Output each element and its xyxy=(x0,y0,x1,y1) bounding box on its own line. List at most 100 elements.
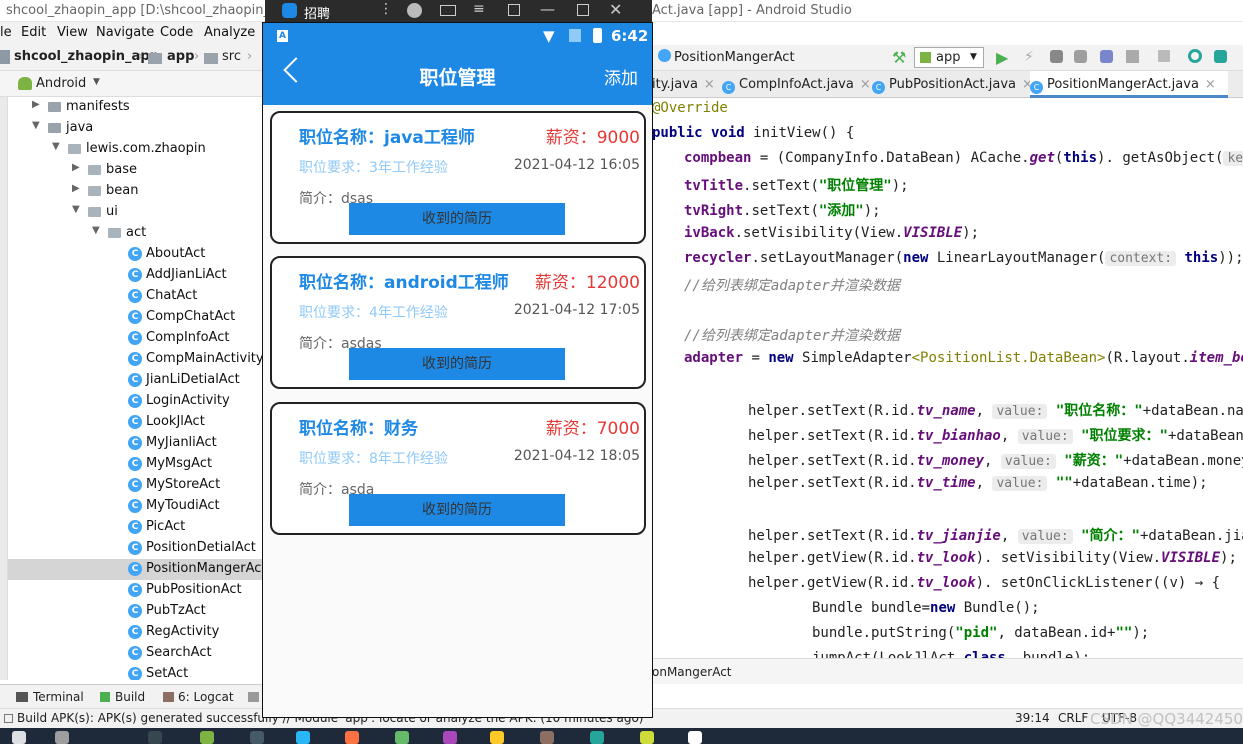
menu-code[interactable]: Code xyxy=(160,25,193,40)
tree-item[interactable]: C CompInfoAct xyxy=(8,328,265,349)
taskbar-app-icon[interactable] xyxy=(395,731,409,744)
editor-tab[interactable]: C CompInfoAct.java × xyxy=(722,71,871,98)
minimize-icon[interactable]: — xyxy=(540,0,555,18)
menu-icon[interactable]: ≡ xyxy=(473,1,485,17)
maximize-icon[interactable] xyxy=(577,4,589,16)
more-vertical-icon[interactable]: ⋮ xyxy=(379,1,393,17)
close-icon[interactable]: ✕ xyxy=(609,0,622,19)
close-icon[interactable]: × xyxy=(704,77,715,92)
tree-item[interactable]: C CompMainActivity xyxy=(8,349,265,370)
stop-icon[interactable] xyxy=(1158,50,1170,62)
tree-item[interactable]: C PubPositionAct xyxy=(8,580,265,601)
taskbar-app-icon[interactable] xyxy=(345,731,359,744)
chevron-right-icon[interactable]: ▶ xyxy=(72,162,80,173)
tree-item[interactable]: C AddJianLiAct xyxy=(8,265,265,286)
editor-tab-active[interactable]: C PositionMangerAct.java × xyxy=(1030,71,1228,98)
start-icon[interactable] xyxy=(12,731,26,744)
device-icon[interactable] xyxy=(1126,50,1139,63)
tree-item[interactable]: C ChatAct xyxy=(8,286,265,307)
tree-item[interactable]: C MyToudiAct xyxy=(8,496,265,517)
apply-changes-icon[interactable]: ⚡ xyxy=(1024,49,1034,65)
tab-build[interactable]: Build xyxy=(115,690,145,704)
menu-navigate[interactable]: Navigate xyxy=(96,25,154,40)
close-icon[interactable]: × xyxy=(1205,77,1216,92)
tree-item[interactable]: ▼ act xyxy=(8,223,265,244)
job-card[interactable]: 职位名称：android工程师 薪资：12000 职位要求：4年工作经验 2021-0… xyxy=(270,256,646,389)
menu-edit[interactable]: Edit xyxy=(21,25,46,40)
toolbar-class-name[interactable]: PositionMangerAct xyxy=(674,50,795,65)
tree-item[interactable]: C RegActivity xyxy=(8,622,265,643)
avd-manager-icon[interactable] xyxy=(1214,50,1227,63)
tree-item[interactable]: C PubTzAct xyxy=(8,601,265,622)
hammer-icon[interactable]: ⚒ xyxy=(892,48,906,67)
tree-item[interactable]: ▶ manifests xyxy=(8,97,265,118)
close-icon[interactable]: × xyxy=(860,77,871,92)
breadcrumb-class[interactable]: onMangerAct xyxy=(652,665,732,679)
chevron-down-icon[interactable]: ▼ xyxy=(93,77,100,87)
profiler-icon[interactable] xyxy=(248,692,259,702)
chevron-down-icon[interactable]: ▼ xyxy=(72,204,80,215)
sync-icon[interactable] xyxy=(1188,49,1202,63)
tree-item[interactable]: ▶ bean xyxy=(8,181,265,202)
taskbar-app-icon[interactable] xyxy=(250,731,264,744)
tree-item[interactable]: C LoginActivity xyxy=(8,391,265,412)
tree-item[interactable]: ▼ ui xyxy=(8,202,265,223)
mail-icon[interactable] xyxy=(440,5,456,16)
menu-analyze[interactable]: Analyze xyxy=(204,25,255,40)
tree-item[interactable]: C AboutAct xyxy=(8,244,265,265)
project-view-selector[interactable]: Android xyxy=(36,76,86,91)
menu-file[interactable]: le xyxy=(0,25,12,40)
snapshot-icon[interactable] xyxy=(508,4,520,16)
attach-debugger-icon[interactable] xyxy=(1100,50,1113,63)
search-icon[interactable] xyxy=(55,731,69,744)
tree-item[interactable]: C JianLiDetialAct xyxy=(8,370,265,391)
tab-terminal[interactable]: Terminal xyxy=(33,690,84,704)
editor-tab[interactable]: ity.java × xyxy=(652,71,718,98)
tree-item[interactable]: C SetAct xyxy=(8,664,265,680)
tree-item[interactable]: C MyJianliAct xyxy=(8,433,265,454)
job-card[interactable]: 职位名称：java工程师 薪资：9000 职位要求：3年工作经验 2021-04-12… xyxy=(270,111,646,244)
tree-item[interactable]: C LookJlAct xyxy=(8,412,265,433)
cursor-position[interactable]: 39:14 xyxy=(1015,711,1050,725)
chevron-right-icon[interactable]: ▶ xyxy=(72,183,80,194)
run-icon[interactable]: ▶ xyxy=(996,48,1008,67)
tree-item[interactable]: C SearchAct xyxy=(8,643,265,664)
profile-icon[interactable] xyxy=(1074,50,1087,63)
tab-logcat[interactable]: 6: Logcat xyxy=(178,690,234,704)
tree-item[interactable]: ▼ lewis.com.zhaopin xyxy=(8,139,265,160)
nav-module[interactable]: app xyxy=(167,49,194,64)
tree-item[interactable]: C MyStoreAct xyxy=(8,475,265,496)
status-toggle-icon[interactable] xyxy=(4,714,13,723)
add-button[interactable]: 添加 xyxy=(604,64,638,89)
taskbar-app-icon[interactable] xyxy=(443,731,457,744)
job-card[interactable]: 职位名称：财务 薪资：7000 职位要求：8年工作经验 2021-04-12 18:0… xyxy=(270,402,646,535)
taskbar-app-icon[interactable] xyxy=(200,731,214,744)
editor-tab[interactable]: C PubPositionAct.java × xyxy=(872,71,1033,98)
chevron-down-icon[interactable]: ▼ xyxy=(32,120,40,131)
nav-src[interactable]: src xyxy=(222,49,241,64)
taskbar-app-icon[interactable] xyxy=(590,731,604,744)
account-icon[interactable] xyxy=(407,3,422,18)
debug-icon[interactable] xyxy=(1050,50,1063,63)
taskbar-app-icon[interactable] xyxy=(148,731,162,744)
chevron-right-icon[interactable]: ▶ xyxy=(32,99,40,110)
tree-item[interactable]: C CompChatAct xyxy=(8,307,265,328)
tree-item[interactable]: C PositionDetialAct xyxy=(8,538,265,559)
chevron-down-icon[interactable]: ▼ xyxy=(52,141,60,152)
received-resumes-button[interactable]: 收到的简历 xyxy=(349,203,565,235)
received-resumes-button[interactable]: 收到的简历 xyxy=(349,494,565,526)
taskbar-app-icon[interactable] xyxy=(296,731,310,744)
code-editor[interactable]: @Override public void initView() {compbea… xyxy=(652,98,1243,658)
received-resumes-button[interactable]: 收到的简历 xyxy=(349,348,565,380)
menu-view[interactable]: View xyxy=(57,25,88,40)
chevron-down-icon[interactable]: ▼ xyxy=(92,225,100,236)
tree-item[interactable]: C PicAct xyxy=(8,517,265,538)
tree-item[interactable]: C PositionMangerAct xyxy=(8,559,265,580)
taskbar-app-icon[interactable] xyxy=(688,731,702,744)
tree-item[interactable]: ▶ base xyxy=(8,160,265,181)
tree-item[interactable]: ▼ java xyxy=(8,118,265,139)
taskbar-app-icon[interactable] xyxy=(540,731,554,744)
line-separator[interactable]: CRLF xyxy=(1058,711,1088,725)
taskbar-app-icon[interactable] xyxy=(490,731,504,744)
tree-item[interactable]: C MyMsgAct xyxy=(8,454,265,475)
